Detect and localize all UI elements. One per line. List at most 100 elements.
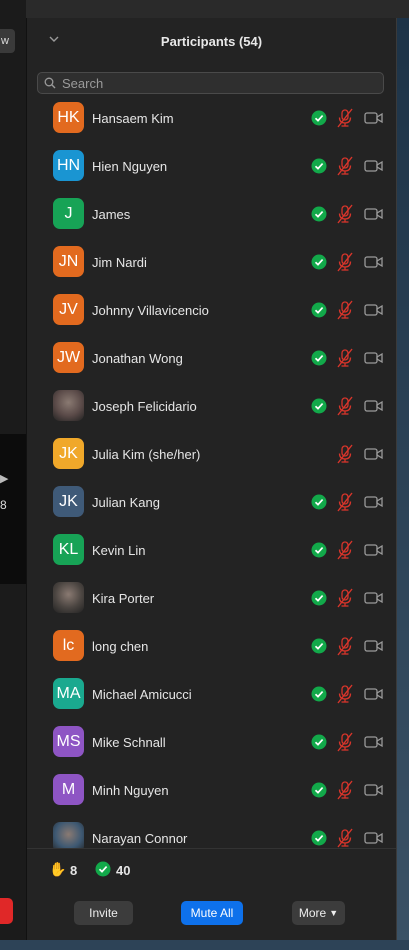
video-camera-icon[interactable] [364, 495, 383, 509]
green-check-circle-icon [311, 782, 327, 798]
participant-row[interactable]: KL Kevin Lin [27, 526, 396, 574]
desktop-background [395, 18, 409, 950]
avatar: JN [53, 246, 84, 277]
microphone-muted-icon[interactable] [336, 732, 354, 752]
participant-name: Julian Kang [92, 495, 160, 510]
video-camera-icon[interactable] [364, 111, 383, 125]
view-button[interactable]: w [0, 29, 15, 53]
chevron-down-icon: ▼ [329, 908, 339, 918]
microphone-muted-icon[interactable] [336, 492, 354, 512]
green-check-circle-icon [311, 398, 327, 414]
avatar: J [53, 198, 84, 229]
microphone-muted-icon[interactable] [336, 252, 354, 272]
avatar: MS [53, 726, 84, 757]
raised-hand-icon: ✋ [49, 861, 67, 877]
mute-all-button[interactable]: Mute All [181, 901, 243, 925]
participant-row[interactable]: Narayan Connor [27, 814, 396, 848]
avatar [53, 390, 84, 421]
video-camera-icon[interactable] [364, 783, 383, 797]
search-bar[interactable] [37, 72, 384, 94]
panel-header: Participants (54) [27, 18, 396, 68]
search-input[interactable] [62, 75, 362, 91]
video-camera-icon[interactable] [364, 159, 383, 173]
participant-row[interactable]: HK Hansaem Kim [27, 94, 396, 142]
video-camera-icon[interactable] [364, 207, 383, 221]
video-camera-icon[interactable] [364, 543, 383, 557]
green-check-circle-icon [311, 830, 327, 846]
avatar [53, 582, 84, 613]
microphone-muted-icon[interactable] [336, 396, 354, 416]
microphone-muted-icon[interactable] [336, 780, 354, 800]
green-check-circle-icon [311, 590, 327, 606]
avatar: JK [53, 486, 84, 517]
avatar: lc [53, 630, 84, 661]
avatar: HK [53, 102, 84, 133]
participant-row[interactable]: lc long chen [27, 622, 396, 670]
participant-name: Jonathan Wong [92, 351, 183, 366]
participant-name: Michael Amicucci [92, 687, 192, 702]
video-camera-icon[interactable] [364, 255, 383, 269]
video-camera-icon[interactable] [364, 639, 383, 653]
video-camera-icon[interactable] [364, 735, 383, 749]
green-check-circle-icon [311, 494, 327, 510]
video-camera-icon[interactable] [364, 831, 383, 845]
video-camera-icon[interactable] [364, 303, 383, 317]
microphone-muted-icon[interactable] [336, 828, 354, 848]
microphone-muted-icon[interactable] [336, 444, 354, 464]
avatar: KL [53, 534, 84, 565]
participant-row[interactable]: JN Jim Nardi [27, 238, 396, 286]
participant-row[interactable]: Joseph Felicidario [27, 382, 396, 430]
green-check-circle-icon [311, 302, 327, 318]
participant-row[interactable]: JK Julia Kim (she/her) [27, 430, 396, 478]
participant-name: Mike Schnall [92, 735, 166, 750]
participant-name: Joseph Felicidario [92, 399, 197, 414]
panel-title: Participants (54) [160, 34, 263, 49]
participant-name: Jim Nardi [92, 255, 147, 270]
chevron-right-icon[interactable]: ▶ [0, 472, 8, 486]
green-check-circle-icon [311, 254, 327, 270]
participant-row[interactable]: M Minh Nguyen [27, 766, 396, 814]
participant-row[interactable]: MA Michael Amicucci [27, 670, 396, 718]
video-camera-icon[interactable] [364, 687, 383, 701]
more-button[interactable]: More ▼ [292, 901, 345, 925]
invite-button[interactable]: Invite [74, 901, 133, 925]
end-button[interactable] [0, 898, 13, 924]
microphone-muted-icon[interactable] [336, 636, 354, 656]
participant-name: Kevin Lin [92, 543, 146, 558]
participant-name: Julia Kim (she/her) [92, 447, 201, 462]
video-camera-icon[interactable] [364, 351, 383, 365]
microphone-muted-icon[interactable] [336, 108, 354, 128]
video-camera-icon[interactable] [364, 399, 383, 413]
green-check-circle-icon [311, 638, 327, 654]
participant-row[interactable]: Kira Porter [27, 574, 396, 622]
participant-row[interactable]: JV Johnny Villavicencio [27, 286, 396, 334]
microphone-muted-icon[interactable] [336, 684, 354, 704]
green-check-circle-icon [311, 206, 327, 222]
green-check-circle-icon [311, 686, 327, 702]
tile-page-number: 8 [0, 498, 7, 512]
participant-row[interactable]: JK Julian Kang [27, 478, 396, 526]
participant-row[interactable]: MS Mike Schnall [27, 718, 396, 766]
video-camera-icon[interactable] [364, 591, 383, 605]
avatar: JK [53, 438, 84, 469]
microphone-muted-icon[interactable] [336, 348, 354, 368]
video-camera-icon[interactable] [364, 447, 383, 461]
participant-name: Minh Nguyen [92, 783, 169, 798]
microphone-muted-icon[interactable] [336, 540, 354, 560]
microphone-muted-icon[interactable] [336, 204, 354, 224]
participant-row[interactable]: J James [27, 190, 396, 238]
green-check-circle-icon [311, 350, 327, 366]
search-icon [38, 73, 62, 93]
microphone-muted-icon[interactable] [336, 156, 354, 176]
participant-row[interactable]: HN Hien Nguyen [27, 142, 396, 190]
microphone-muted-icon[interactable] [336, 300, 354, 320]
green-check-circle-icon [311, 734, 327, 750]
video-tile[interactable]: ▶ 8 [0, 434, 26, 584]
participant-name: Kira Porter [92, 591, 155, 606]
avatar: JV [53, 294, 84, 325]
avatar: M [53, 774, 84, 805]
microphone-muted-icon[interactable] [336, 588, 354, 608]
participant-row[interactable]: JW Jonathan Wong [27, 334, 396, 382]
avatar: MA [53, 678, 84, 709]
participant-list: HK Hansaem Kim HN Hien Nguyen J James JN Jim Na… [27, 94, 396, 848]
